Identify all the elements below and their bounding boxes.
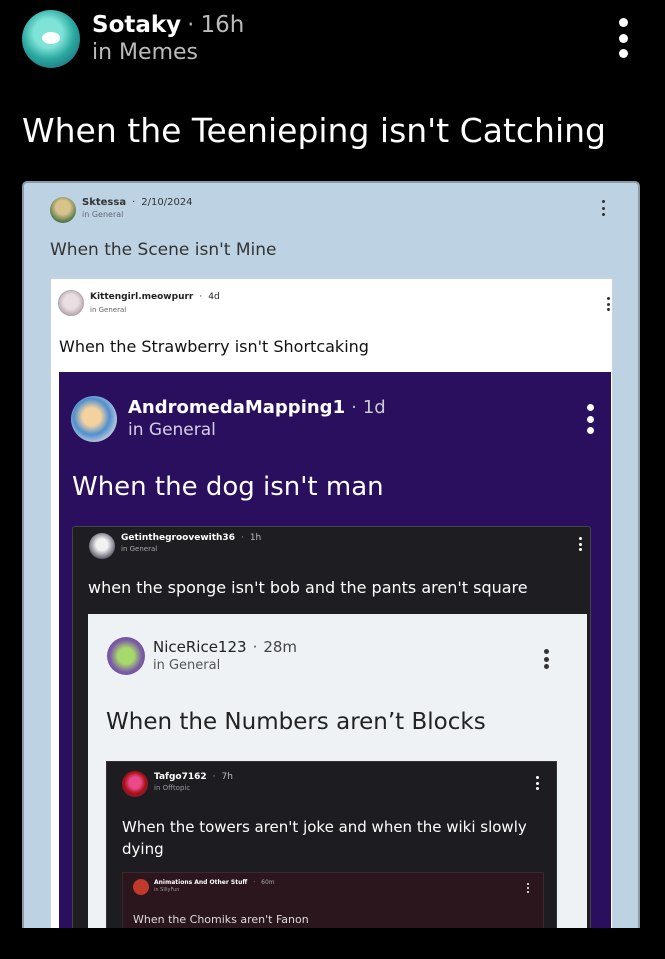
more-vertical-icon [578, 537, 582, 551]
nested-post-6: Tafgo7162 · 7h in Offtopic When the towers… [106, 761, 557, 928]
nested-post-title: when the sponge isn't bob and the pants … [88, 578, 528, 597]
nested-post-4: Getinthegroovewith36 · 1h in General when … [72, 526, 591, 928]
nested-post-title: When the Numbers aren’t Blocks [106, 709, 486, 735]
nested-post-title: When the dog isn't man [72, 472, 384, 502]
more-vertical-icon [586, 404, 594, 434]
nested-post-5: NiceRice123 · 28m in General When the Numb… [88, 614, 587, 928]
post-image[interactable]: Sktessa · 2/10/2024 in General When the Sc… [0, 0, 665, 928]
avatar [50, 197, 76, 223]
avatar [58, 290, 84, 316]
more-vertical-icon [600, 200, 606, 216]
nested-post-1: Sktessa · 2/10/2024 in General When the Sc… [22, 181, 640, 928]
nested-post-title: When the Scene isn't Mine [50, 240, 277, 260]
nested-post-3: AndromedaMapping1 · 1d in General When the… [59, 372, 611, 928]
more-vertical-icon [535, 776, 539, 790]
avatar [122, 771, 148, 797]
nested-post-title: When the Chomiks aren't Fanon [133, 913, 309, 926]
nested-post-7: Animations And Other Stuff · 60m in SillyF… [122, 872, 544, 928]
more-vertical-icon [543, 649, 549, 669]
avatar [133, 879, 149, 895]
more-vertical-icon [606, 297, 610, 311]
nested-post-2: Kittengirl.meowpurr · 4d in General When t… [50, 278, 613, 928]
more-vertical-icon [526, 883, 529, 893]
nested-post-title: When the Strawberry isn't Shortcaking [59, 337, 369, 356]
avatar [89, 533, 115, 559]
nested-post-title: When the towers aren't joke and when the… [122, 818, 527, 858]
avatar [71, 396, 117, 442]
avatar [107, 637, 145, 675]
